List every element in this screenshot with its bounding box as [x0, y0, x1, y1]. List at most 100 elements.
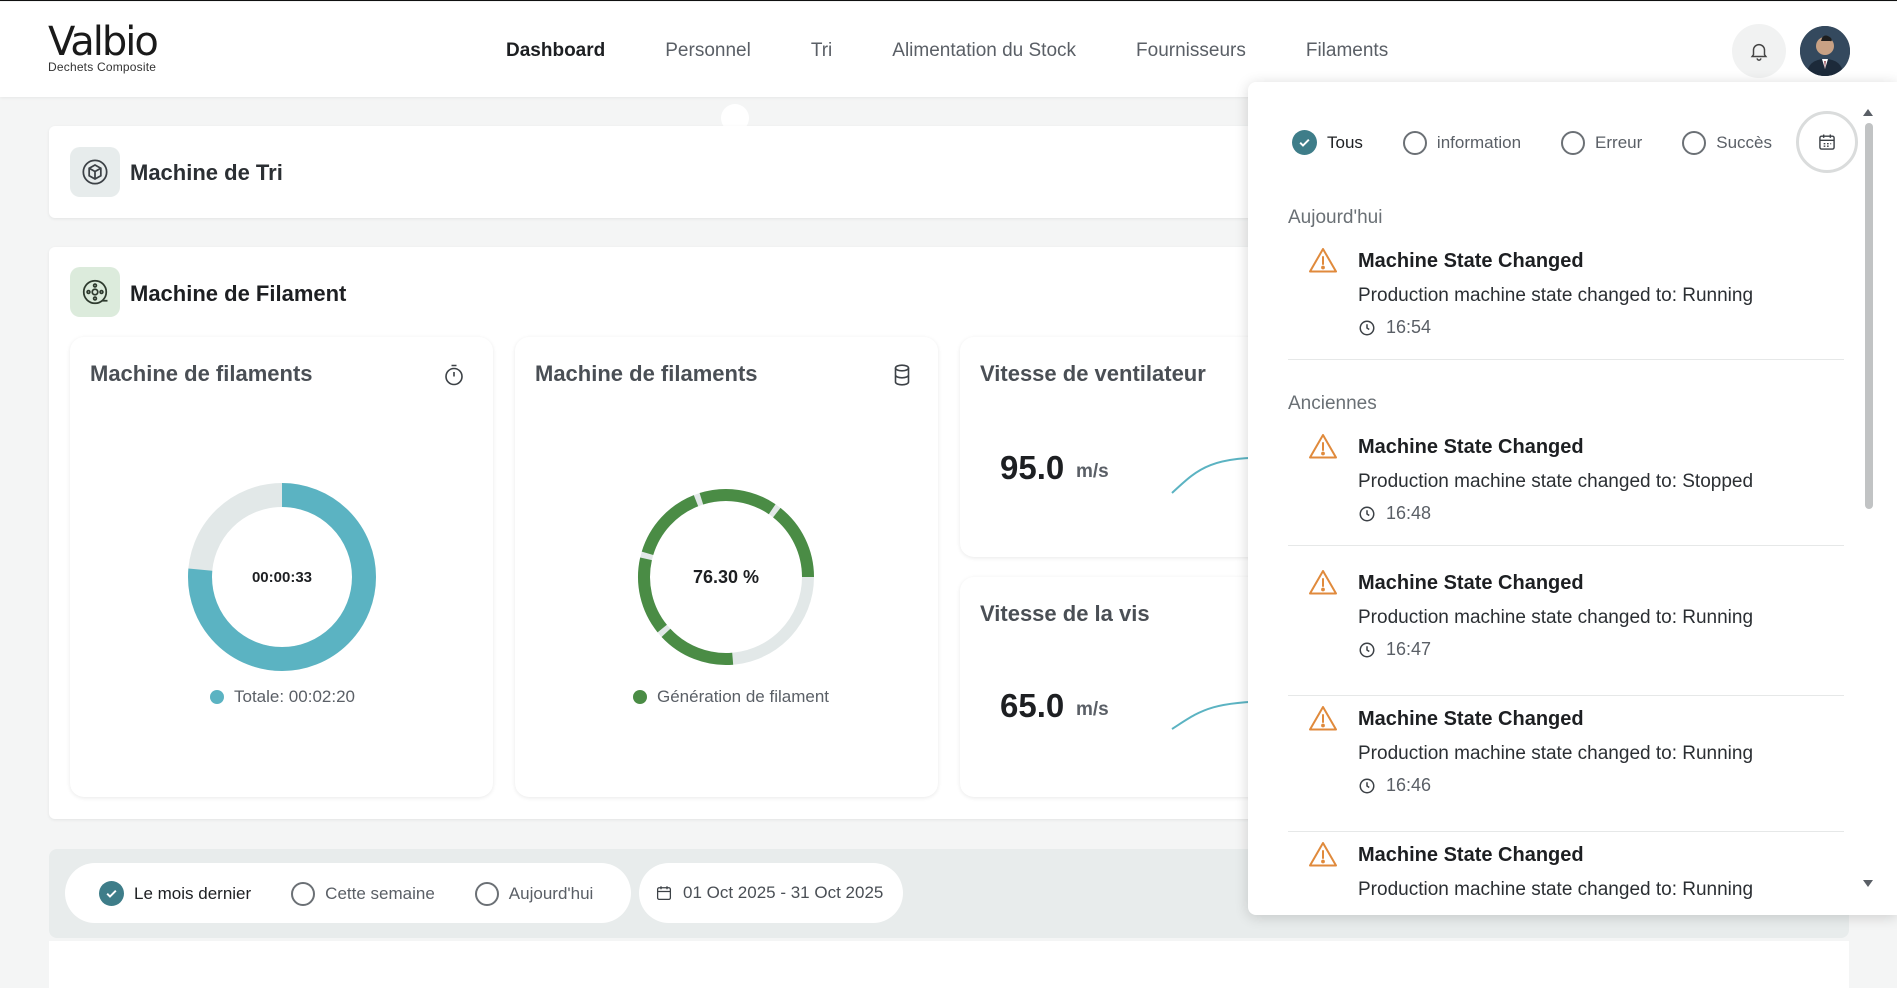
notification-type-filters: Tous information Erreur Succès: [1292, 130, 1812, 155]
logo-wordmark: Valbio: [48, 19, 159, 65]
period-options: Le mois dernier Cette semaine Aujourd'hu…: [65, 863, 631, 923]
machine-filament-title: Machine de Filament: [130, 281, 347, 306]
filter-label: Erreur: [1595, 132, 1643, 152]
box-icon: [70, 147, 120, 197]
notification-title: Machine State Changed: [1358, 844, 1584, 866]
avatar-picture: [1800, 26, 1850, 76]
notification-title: Machine State Changed: [1358, 250, 1584, 272]
nav-filaments[interactable]: Filaments: [1306, 40, 1388, 62]
notification-message: Production machine state changed to: Run…: [1358, 879, 1754, 900]
notifications-button[interactable]: [1732, 24, 1786, 78]
option-label: Cette semaine: [325, 883, 435, 903]
period-this-week-option[interactable]: Cette semaine: [291, 881, 435, 906]
generation-legend: Génération de filament: [633, 687, 829, 707]
notification-title: Machine State Changed: [1358, 572, 1584, 594]
filter-erreur[interactable]: Erreur: [1561, 130, 1643, 155]
logo-tagline: Dechets Composite: [48, 60, 157, 74]
nav-dashboard[interactable]: Dashboard: [506, 40, 605, 62]
timer-legend-label: Totale: 00:02:20: [234, 687, 355, 706]
notification-item[interactable]: Machine State Changed Production machine…: [1288, 696, 1844, 832]
card-title: Machine de filaments: [90, 361, 313, 386]
generation-legend-label: Génération de filament: [657, 687, 829, 706]
calendar-icon: [656, 886, 672, 901]
filter-label: Tous: [1327, 132, 1363, 152]
filter-all[interactable]: Tous: [1292, 130, 1363, 155]
notification-time: 16:47: [1358, 639, 1431, 660]
generation-center-label: 76.30 %: [693, 567, 759, 587]
card-title: Machine de filaments: [535, 361, 758, 386]
today-group-label: Aujourd'hui: [1288, 207, 1383, 228]
generation-donut-segment: [699, 489, 776, 515]
valbio-logo[interactable]: Valbio Dechets Composite: [48, 22, 188, 74]
legend-dot-teal: [210, 690, 224, 704]
fan-speed-value: 95.0: [1000, 449, 1065, 486]
filter-succes[interactable]: Succès: [1682, 130, 1772, 155]
checked-icon: [1292, 130, 1317, 155]
option-label: Aujourd'hui: [508, 883, 594, 903]
timer-center-label: 00:00:33: [252, 569, 312, 586]
notification-message: Production machine state changed to: Run…: [1358, 607, 1754, 628]
database-icon: [894, 364, 910, 386]
generation-donut-segment: [641, 495, 699, 556]
checked-icon: [99, 881, 124, 906]
scroll-down-arrow-icon[interactable]: [1862, 879, 1874, 889]
screw-speed-card: Vitesse de la vis 65.0 m/s: [960, 577, 1290, 797]
notifications-scrollbar-thumb[interactable]: [1865, 123, 1873, 509]
notification-message: Production machine state changed to: Run…: [1358, 285, 1754, 306]
notification-time: 16:54: [1358, 317, 1431, 338]
nav-alimentation-stock[interactable]: Alimentation du Stock: [892, 40, 1076, 62]
notification-message: Production machine state changed to: Run…: [1358, 743, 1754, 764]
time-label: 16:54: [1386, 317, 1432, 337]
radio-circle-icon: [291, 881, 316, 906]
radio-circle-icon: [1561, 130, 1586, 155]
screw-speed-value: 65.0: [1000, 687, 1065, 724]
notification-title: Machine State Changed: [1358, 436, 1584, 458]
nav-personnel[interactable]: Personnel: [665, 40, 751, 62]
period-last-month-option[interactable]: Le mois dernier: [99, 881, 251, 906]
notification-item[interactable]: Machine State Changed Production machine…: [1288, 238, 1844, 360]
nav-fournisseurs[interactable]: Fournisseurs: [1136, 40, 1246, 62]
card-title: Vitesse de ventilateur: [980, 361, 1206, 386]
nav-tri[interactable]: Tri: [811, 40, 832, 62]
bottom-content-card: [49, 941, 1849, 988]
scroll-up-arrow-icon[interactable]: [1862, 107, 1874, 117]
main-nav: Dashboard Personnel Tri Alimentation du …: [506, 40, 1448, 62]
fan-speed-card: Vitesse de ventilateur 95.0 m/s: [960, 337, 1290, 557]
clock-icon: [1359, 778, 1375, 793]
radio-circle-icon: [474, 881, 499, 906]
date-range-picker[interactable]: 01 Oct 2025 - 31 Oct 2025: [639, 863, 903, 923]
notifications-panel: Tous information Erreur Succès Aujourd'h…: [1248, 82, 1897, 915]
user-avatar[interactable]: [1800, 26, 1850, 76]
warning-icon: [1309, 248, 1337, 273]
warning-icon: [1309, 842, 1337, 867]
generation-donut-chart: 76.30 %: [638, 489, 814, 665]
filter-label: information: [1436, 132, 1522, 152]
notification-date-filter-button[interactable]: [1796, 111, 1858, 173]
radio-circle-icon: [1402, 130, 1427, 155]
screw-speed-unit: m/s: [1076, 699, 1109, 720]
generation-donut-segment: [638, 557, 668, 633]
machine-tri-title: Machine de Tri: [130, 160, 283, 185]
time-label: 16:48: [1386, 503, 1432, 523]
calendar-icon: [1819, 134, 1835, 150]
warning-icon: [1309, 706, 1337, 731]
notification-item[interactable]: Machine State Changed Production machine…: [1288, 560, 1844, 696]
notification-time: 16:48: [1358, 503, 1431, 524]
filter-information[interactable]: information: [1402, 130, 1522, 155]
notification-item[interactable]: Machine State Changed Production machine…: [1288, 832, 1844, 915]
option-label: Le mois dernier: [134, 883, 252, 903]
filament-generation-card: Machine de filaments 76.30 % Génération …: [515, 337, 938, 797]
notification-time: 16:46: [1358, 775, 1431, 796]
warning-icon: [1309, 570, 1337, 595]
older-group-label: Anciennes: [1288, 393, 1377, 414]
clock-icon: [1359, 642, 1375, 657]
notification-message: Production machine state changed to: Sto…: [1358, 471, 1754, 492]
generation-donut-segment: [772, 507, 814, 578]
card-title: Vitesse de la vis: [980, 601, 1150, 626]
notification-item[interactable]: Machine State Changed Production machine…: [1288, 424, 1844, 546]
legend-dot-green: [633, 690, 647, 704]
period-today-option[interactable]: Aujourd'hui: [474, 881, 594, 906]
generation-donut-segment: [661, 628, 734, 665]
spool-icon: [70, 267, 120, 317]
filament-timer-card: Machine de filaments 00:00:33 Totale: 00…: [70, 337, 493, 797]
